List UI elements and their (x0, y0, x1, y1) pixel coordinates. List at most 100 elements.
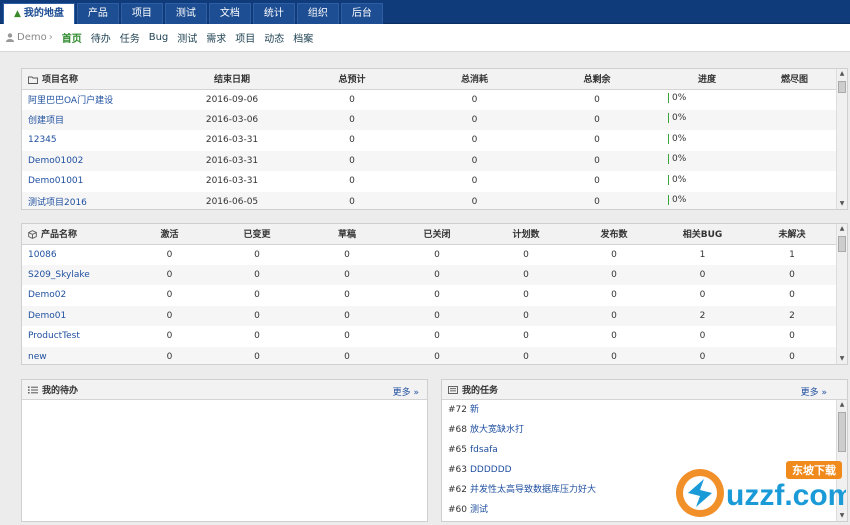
chevron-right-icon: › (48, 32, 53, 43)
project-link[interactable]: 创建项目 (28, 116, 64, 126)
project-scrollbar[interactable]: ▲ ▼ (836, 69, 847, 209)
column-header[interactable]: 已关闭 (392, 224, 482, 245)
task-title: 我的任务 (462, 386, 499, 396)
left: 0 (532, 150, 662, 171)
subnav-task[interactable]: 任务 (120, 30, 140, 45)
active-count: 0 (127, 346, 212, 364)
table-row: S209_Skylake 0 0 0 0 0 0 0 0 (22, 264, 837, 285)
subnav-todo[interactable]: 待办 (91, 30, 111, 45)
column-header[interactable]: 进度 (662, 69, 752, 90)
active-count: 0 (127, 264, 212, 285)
estimate: 0 (287, 109, 417, 130)
product-scrollbar[interactable]: ▲ ▼ (836, 224, 847, 364)
subnav-dynamic[interactable]: 动态 (264, 30, 284, 45)
column-header[interactable]: 总剩余 (532, 69, 662, 90)
column-header[interactable]: 项目名称 (22, 69, 177, 90)
progress-bar: 0% (668, 93, 686, 103)
tab-company[interactable]: 组织 (296, 3, 339, 24)
task-link[interactable]: 测试 (470, 505, 488, 515)
project-link[interactable]: 阿里巴巴OA门户建设 (28, 96, 113, 106)
column-header[interactable]: 产品名称 (22, 224, 127, 245)
closed-count: 0 (392, 264, 482, 285)
scroll-thumb[interactable] (838, 412, 846, 452)
product-link[interactable]: S209_Skylake (28, 270, 90, 280)
scroll-down-icon[interactable]: ▼ (837, 354, 847, 364)
tab-project[interactable]: 项目 (120, 3, 163, 24)
product-link[interactable]: Demo02 (28, 290, 66, 300)
task-link[interactable]: DDDDDD (470, 465, 512, 475)
changed-count: 0 (212, 264, 302, 285)
end-date: 2016-03-31 (177, 150, 287, 171)
subnav-story[interactable]: 需求 (206, 30, 226, 45)
product-link[interactable]: 10086 (28, 250, 57, 260)
scroll-down-icon[interactable]: ▼ (837, 199, 847, 209)
tab-report[interactable]: 统计 (252, 3, 295, 24)
project-link[interactable]: 测试项目2016 (28, 198, 87, 208)
plan-count: 0 (523, 249, 529, 260)
column-header[interactable]: 已变更 (212, 224, 302, 245)
unresolved-count: 0 (747, 264, 837, 285)
watermark-tag: 东坡下载 (792, 463, 836, 477)
subnav-home[interactable]: 首页 (62, 30, 82, 45)
project-link[interactable]: Demo01002 (28, 156, 83, 166)
scroll-up-icon[interactable]: ▲ (837, 400, 847, 410)
subnav-testcase[interactable]: 测试 (177, 30, 197, 45)
table-row: 阿里巴巴OA门户建设 2016-09-06 0 0 0 0% (22, 89, 837, 110)
column-header[interactable]: 计划数 (482, 224, 570, 245)
tab-doc[interactable]: 文档 (208, 3, 251, 24)
tab-admin[interactable]: 后台 (340, 3, 383, 24)
tab-product[interactable]: 产品 (76, 3, 119, 24)
table-row: ProductTest 0 0 0 0 0 0 0 0 (22, 326, 837, 347)
bug-count: 2 (658, 305, 747, 326)
user-menu[interactable]: Demo › (6, 32, 56, 43)
consumed: 0 (471, 176, 478, 187)
column-header[interactable]: 激活 (127, 224, 212, 245)
column-header[interactable]: 相关BUG (658, 224, 747, 245)
subnav-profile[interactable]: 档案 (293, 30, 313, 45)
task-link[interactable]: fdsafa (470, 445, 498, 455)
subnav-project[interactable]: 项目 (235, 30, 255, 45)
subnav-bug[interactable]: Bug (149, 32, 169, 43)
product-link[interactable]: Demo01 (28, 311, 66, 321)
left: 0 (532, 191, 662, 209)
column-header[interactable]: 总消耗 (417, 69, 532, 90)
column-header[interactable]: 草稿 (302, 224, 392, 245)
release-count: 0 (570, 346, 658, 364)
column-header[interactable]: 燃尽图 (752, 69, 837, 90)
column-header[interactable]: 未解决 (747, 224, 837, 245)
task-link[interactable]: 新 (470, 405, 479, 415)
task-more-link[interactable]: 更多 » (801, 385, 827, 398)
consumed: 0 (471, 135, 478, 146)
tab-my-dashboard[interactable]: ▲ 我的地盘 (3, 3, 75, 24)
scroll-thumb[interactable] (838, 81, 846, 93)
column-header[interactable]: 总预计 (287, 69, 417, 90)
tab-test[interactable]: 测试 (164, 3, 207, 24)
todo-more-link[interactable]: 更多 » (393, 385, 419, 398)
end-date: 2016-09-06 (205, 94, 259, 105)
draft-count: 0 (344, 249, 350, 260)
end-date: 2016-03-06 (177, 109, 287, 130)
project-link[interactable]: Demo01001 (28, 176, 83, 186)
left: 0 (594, 94, 600, 105)
table-row: new 0 0 0 0 0 0 0 0 (22, 346, 837, 364)
tasks-icon (448, 385, 458, 394)
table-row: 创建项目 2016-03-06 0 0 0 0% (22, 109, 837, 130)
scroll-thumb[interactable] (838, 236, 846, 252)
scroll-up-icon[interactable]: ▲ (837, 224, 847, 234)
task-link[interactable]: 并发性太高导致数据库压力好大 (470, 485, 596, 495)
main-menu: ▲ 我的地盘 产品 项目 测试 文档 统计 组织 后台 (3, 3, 385, 24)
product-link[interactable]: ProductTest (28, 331, 80, 341)
project-link[interactable]: 12345 (28, 135, 57, 145)
task-link[interactable]: 放大宽缺水打 (470, 425, 524, 435)
closed-count: 0 (434, 249, 440, 260)
watermark-brand: uzzf.com (726, 479, 846, 512)
release-count: 0 (570, 305, 658, 326)
column-header[interactable]: 发布数 (570, 224, 658, 245)
scroll-up-icon[interactable]: ▲ (837, 69, 847, 79)
user-icon (6, 33, 14, 42)
column-header[interactable]: 结束日期 (177, 69, 287, 90)
table-row: 12345 2016-03-31 0 0 0 0% (22, 130, 837, 151)
product-link[interactable]: new (28, 352, 47, 362)
changed-count: 0 (212, 305, 302, 326)
end-date: 2016-06-05 (177, 191, 287, 209)
